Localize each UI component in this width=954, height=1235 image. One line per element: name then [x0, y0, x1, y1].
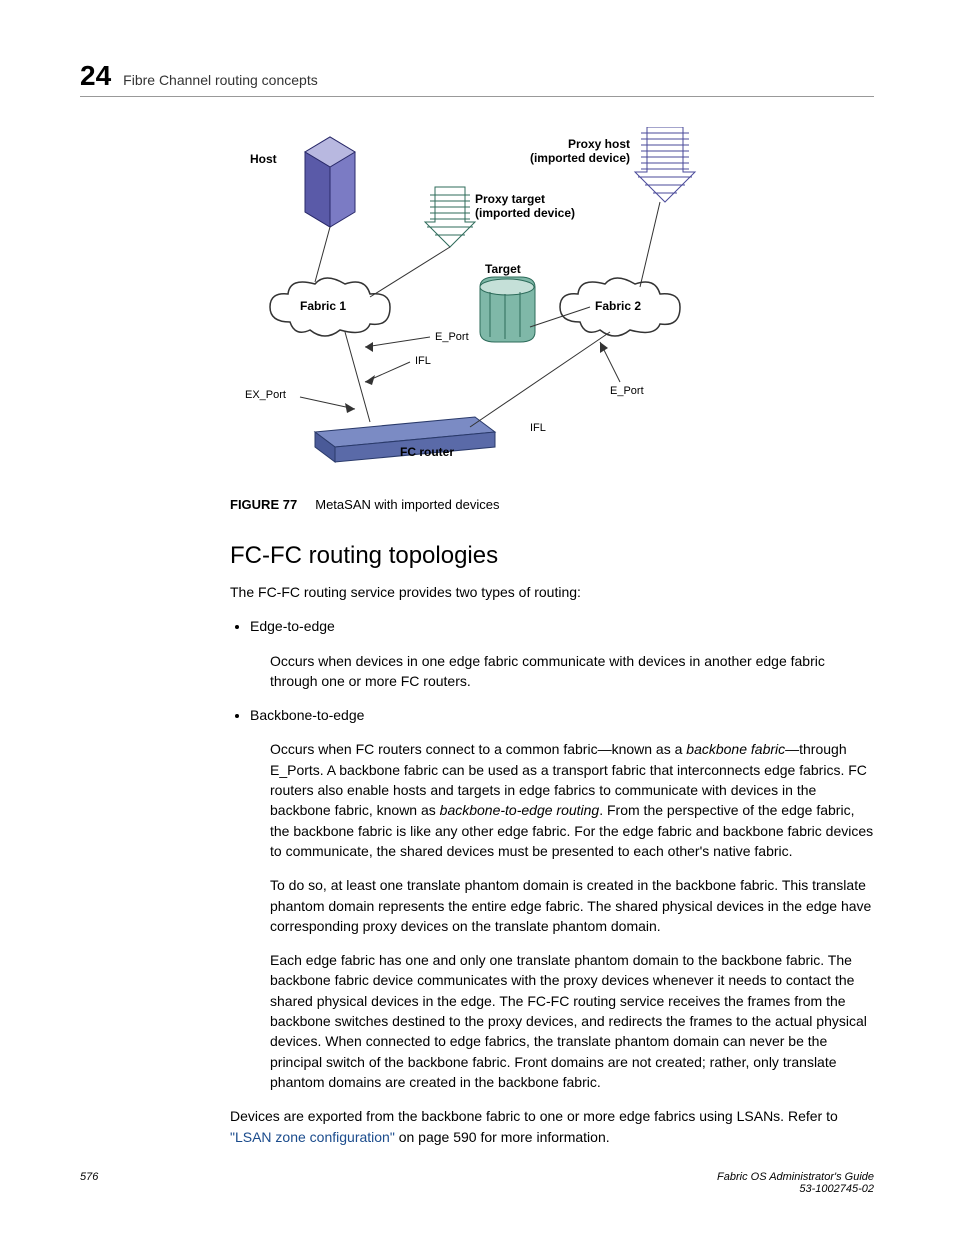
figure-diagram: Host Proxy host (imported device) Proxy …	[230, 127, 750, 487]
label-proxy-target-2: (imported device)	[475, 206, 575, 220]
label-proxy-target-1: Proxy target	[475, 192, 545, 206]
b2-p1b: backbone fabric	[686, 741, 785, 757]
label-fc-router: FC router	[400, 445, 454, 459]
closing-a: Devices are exported from the backbone f…	[230, 1108, 838, 1124]
b2-p1a: Occurs when FC routers connect to a comm…	[270, 741, 686, 757]
label-eport-2: E_Port	[610, 385, 644, 398]
footer-guide: Fabric OS Administrator's Guide	[717, 1171, 874, 1183]
page-header: 24 Fibre Channel routing concepts	[80, 60, 874, 92]
b2-p3: Each edge fabric has one and only one tr…	[270, 950, 874, 1092]
figure-caption-text: MetaSAN with imported devices	[315, 497, 499, 512]
label-proxy-host-2: (imported device)	[530, 151, 630, 165]
bullet1-desc: Occurs when devices in one edge fabric c…	[270, 651, 874, 692]
label-ifl-2: IFL	[530, 422, 546, 435]
bullet-backbone: Backbone-to-edge	[250, 705, 874, 725]
b2-p2: To do so, at least one translate phantom…	[270, 875, 874, 936]
footer-doc: 53-1002745-02	[799, 1183, 874, 1195]
bullet-list-2: Backbone-to-edge	[230, 705, 874, 725]
closing-b: on page 590 for more information.	[395, 1129, 610, 1145]
b2-p1d: backbone-to-edge routing	[440, 802, 600, 818]
page-number: 576	[80, 1171, 98, 1195]
b2-p1: Occurs when FC routers connect to a comm…	[270, 739, 874, 861]
label-eport-1: E_Port	[435, 331, 469, 344]
bullet-edge: Edge-to-edge	[250, 616, 874, 636]
label-export: EX_Port	[245, 389, 286, 402]
label-fabric1: Fabric 1	[300, 299, 346, 313]
page-footer: 576 Fabric OS Administrator's Guide 53-1…	[80, 1171, 874, 1195]
label-ifl-1: IFL	[415, 355, 431, 368]
label-target: Target	[485, 262, 521, 276]
bullet-list: Edge-to-edge	[230, 616, 874, 636]
label-host: Host	[250, 152, 277, 166]
intro-text: The FC-FC routing service provides two t…	[230, 582, 874, 602]
page: 24 Fibre Channel routing concepts	[0, 0, 954, 1235]
label-fabric2: Fabric 2	[595, 299, 641, 313]
closing-para: Devices are exported from the backbone f…	[230, 1106, 874, 1147]
lsan-link[interactable]: "LSAN zone configuration"	[230, 1129, 395, 1145]
footer-right: Fabric OS Administrator's Guide 53-10027…	[717, 1171, 874, 1195]
figure-number: FIGURE 77	[230, 497, 297, 512]
chapter-number: 24	[80, 60, 111, 92]
header-rule	[80, 96, 874, 97]
label-proxy-host-1: Proxy host	[568, 137, 630, 151]
section-heading: FC-FC routing topologies	[230, 542, 874, 570]
figure-caption: FIGURE 77 MetaSAN with imported devices	[230, 497, 874, 512]
header-title: Fibre Channel routing concepts	[123, 72, 318, 88]
